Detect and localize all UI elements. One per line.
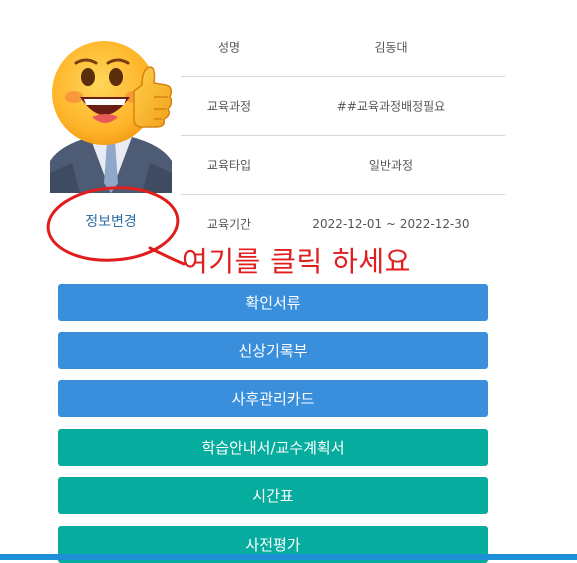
profile-photo-graphic	[50, 33, 172, 193]
documents-button[interactable]: 확인서류	[58, 284, 488, 321]
info-row-name: 성명 김동대	[181, 18, 505, 77]
info-value: 일반과정	[368, 158, 414, 173]
info-label: 성명	[217, 40, 241, 55]
followup-card-button[interactable]: 사후관리카드	[58, 380, 488, 417]
personal-record-button[interactable]: 신상기록부	[58, 332, 488, 369]
bottom-bar	[0, 554, 577, 560]
profile-info-table: 성명 김동대 교육과정 ##교육과정배정필요 교육타입 일반과정 교육기간 20…	[181, 18, 505, 253]
info-row-course: 교육과정 ##교육과정배정필요	[181, 77, 505, 136]
info-row-type: 교육타입 일반과정	[181, 136, 505, 195]
annotation-pointer	[148, 246, 186, 266]
info-value: 2022-12-01 ~ 2022-12-30	[312, 217, 470, 231]
info-label: 교육타입	[206, 158, 252, 173]
info-label: 교육과정	[206, 99, 252, 114]
info-value: 김동대	[374, 40, 408, 55]
profile-photo	[50, 33, 172, 193]
edit-info-link[interactable]: 정보변경	[50, 211, 172, 231]
info-label: 교육기간	[206, 217, 252, 232]
info-value: ##교육과정배정필요	[336, 99, 446, 114]
annotation-text: 여기를 클릭 하세요	[182, 245, 411, 278]
timetable-button[interactable]: 시간표	[58, 477, 488, 514]
study-guide-button[interactable]: 학습안내서/교수계획서	[58, 429, 488, 466]
